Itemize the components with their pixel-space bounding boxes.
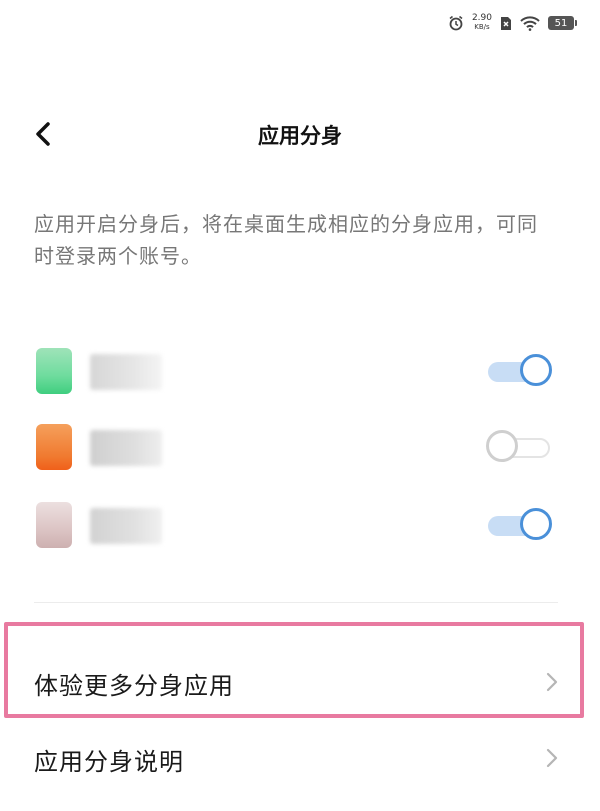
clone-toggle[interactable] — [486, 508, 552, 542]
no-sim-icon — [500, 16, 512, 31]
clone-toggle[interactable] — [486, 354, 552, 388]
app-clone-row — [0, 496, 600, 556]
alarm-clock-icon — [448, 15, 464, 31]
feature-description: 应用开启分身后，将在桌面生成相应的分身应用，可同时登录两个账号。 — [34, 212, 538, 268]
app-name-blurred — [90, 354, 162, 390]
page-title: 应用分身 — [258, 124, 342, 148]
battery-indicator: 51 — [548, 16, 577, 30]
app-clone-row — [0, 418, 600, 478]
app-clone-row — [0, 342, 600, 402]
app-name-blurred — [90, 508, 162, 544]
app-name-blurred — [90, 430, 162, 466]
app-icon — [36, 424, 72, 470]
status-bar: 2.90 KB/s 51 — [448, 14, 577, 32]
section-divider — [34, 602, 558, 603]
network-speed: 2.90 KB/s — [472, 14, 492, 32]
app-icon — [36, 502, 72, 548]
speed-value: 2.90 — [471, 13, 492, 23]
menu-item-label: 应用分身说明 — [34, 748, 184, 776]
clone-toggle[interactable] — [486, 430, 552, 464]
highlight-box — [4, 622, 584, 718]
app-icon — [36, 348, 72, 394]
wifi-icon — [520, 15, 540, 31]
speed-unit: KB/s — [474, 23, 490, 31]
chevron-right-icon — [542, 746, 562, 770]
top-app-bar: 应用分身 — [0, 110, 600, 160]
menu-item-clone-info[interactable]: 应用分身说明 — [0, 722, 600, 792]
